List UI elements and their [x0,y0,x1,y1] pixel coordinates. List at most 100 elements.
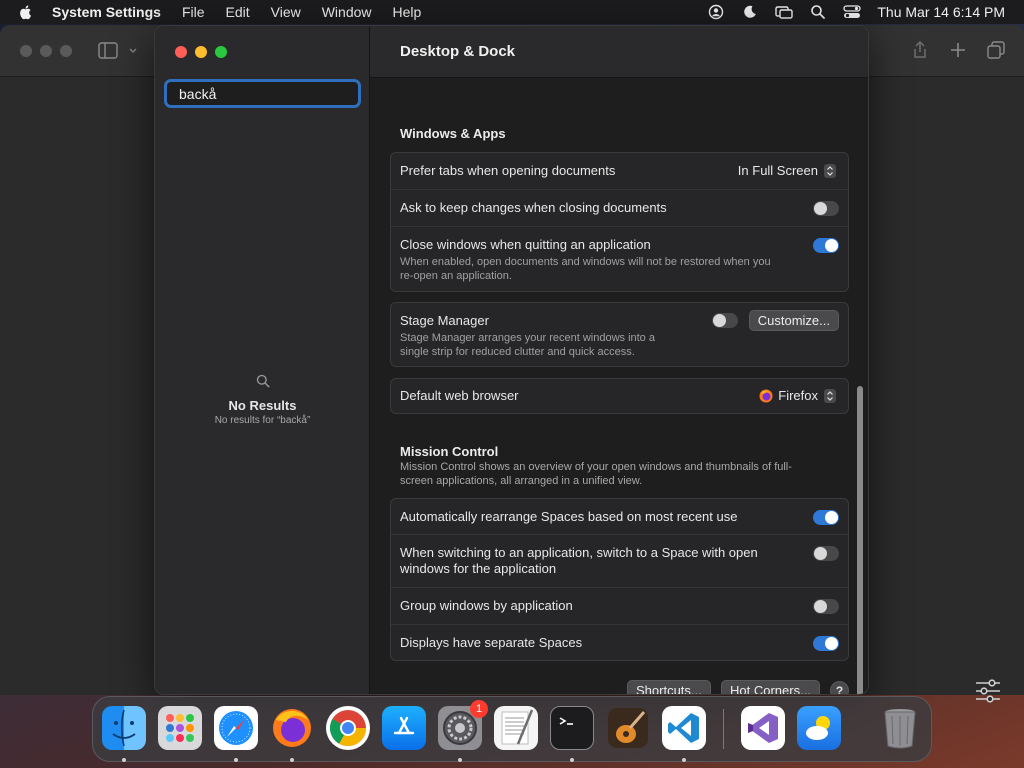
stage-manager-desc-2: single strip for reduced clutter and qui… [400,346,635,358]
safari-running-indicator [234,758,238,762]
dock-app-store[interactable] [382,706,426,750]
trash-icon [884,709,916,749]
search-field[interactable] [164,79,361,108]
dock-separator [723,709,724,749]
user-account-icon[interactable] [707,3,725,21]
row-stage-manager: Stage Manager Stage Manager arranges you… [391,303,848,366]
dock-textedit[interactable] [494,706,538,750]
prefer-tabs-popup[interactable]: In Full Screen [738,163,836,178]
visual-studio-icon [748,713,778,743]
stage-manager-label: Stage Manager [400,313,489,328]
dock-chrome[interactable] [326,706,370,750]
firefox-icon [273,709,311,747]
launchpad-icon [166,714,194,742]
dock-trash[interactable] [878,706,922,750]
page-title: Desktop & Dock [400,43,516,60]
spotlight-search-icon[interactable] [809,3,827,21]
control-center-icon[interactable] [843,3,862,21]
prefer-tabs-value: In Full Screen [737,163,818,178]
close-windows-toggle[interactable] [813,238,839,253]
background-minimize-button[interactable] [40,45,52,57]
weather-icon [806,716,830,740]
default-browser-value: Firefox [778,388,818,403]
auto-rearrange-toggle[interactable] [813,510,839,525]
group-windows-toggle[interactable] [813,599,839,614]
dock-firefox[interactable] [270,706,314,750]
stage-manager-group: Stage Manager Stage Manager arranges you… [390,302,849,367]
mission-control-desc-1: Mission Control shows an overview of you… [400,461,792,473]
hot-corners-button[interactable]: Hot Corners... [721,680,820,694]
menu-view[interactable]: View [271,4,301,20]
section-title-mission-control: Mission Control [400,444,499,459]
vscode-icon [668,713,699,743]
dock-finder[interactable] [102,706,146,750]
settings-sidebar: No Results No results for “backå” [155,26,370,694]
ask-keep-changes-toggle[interactable] [813,201,839,216]
tab-overview-icon[interactable] [986,40,1006,60]
terminal-running-indicator [570,758,574,762]
background-window-controls [20,45,72,57]
prefer-tabs-label: Prefer tabs when opening documents [400,163,616,178]
background-close-button[interactable] [20,45,32,57]
shortcuts-button[interactable]: Shortcuts... [627,680,711,694]
row-prefer-tabs: Prefer tabs when opening documents In Fu… [391,153,848,190]
row-close-windows: Close windows when quitting an applicati… [391,227,848,291]
apple-icon[interactable] [18,4,34,20]
safari-icon [219,711,253,745]
dock-safari[interactable] [214,706,258,750]
minimize-button[interactable] [195,46,207,58]
close-windows-label: Close windows when quitting an applicati… [400,237,651,252]
separate-spaces-toggle[interactable] [813,636,839,651]
dock-weather[interactable] [797,706,841,750]
menu-clock[interactable]: Thu Mar 14 6:14 PM [877,4,1005,20]
close-button[interactable] [175,46,187,58]
share-icon[interactable] [910,40,930,60]
no-results-panel: No Results No results for “backå” [155,374,370,426]
help-button[interactable]: ? [830,681,849,694]
default-browser-popup[interactable]: Firefox [759,388,836,403]
dock-terminal[interactable] [550,706,594,750]
finder-icon [112,709,136,747]
stage-manager-toggle[interactable] [712,313,738,328]
scrollbar-thumb[interactable] [857,386,863,694]
dock-launchpad[interactable] [158,706,202,750]
menu-window[interactable]: Window [322,4,372,20]
vscode-running-indicator [682,758,686,762]
row-switch-space: When switching to an application, switch… [391,535,848,588]
updown-chevron-icon [824,388,836,403]
menu-edit[interactable]: Edit [226,4,250,20]
customize-button[interactable]: Customize... [748,310,839,331]
firefox-icon [759,389,773,402]
new-tab-plus-icon[interactable] [948,40,968,60]
mission-control-desc-2: screen applications, all arranged in a u… [400,475,643,487]
switch-space-toggle[interactable] [813,546,839,561]
menu-app-name[interactable]: System Settings [52,4,161,20]
switch-space-label-2: windows for the application [400,561,557,576]
sidebar-toggle-icon[interactable] [98,42,138,60]
row-group-windows: Group windows by application [391,588,848,625]
focus-moon-icon[interactable] [741,3,759,21]
chrome-icon [329,710,366,747]
no-results-title: No Results [228,398,297,413]
menu-bar: System Settings File Edit View Window He… [0,0,1024,24]
zoom-button[interactable] [215,46,227,58]
close-windows-desc-1: When enabled, open documents and windows… [400,256,771,268]
filter-sliders-icon[interactable] [974,677,1002,705]
notification-badge: 1 [470,700,488,718]
row-separate-spaces: Displays have separate Spaces [391,625,848,660]
screen-mirroring-icon[interactable] [775,3,794,21]
pane-header: Desktop & Dock [370,26,868,78]
dock-visual-studio[interactable] [741,706,785,750]
dock-system-settings[interactable]: 1 [438,700,488,750]
menu-file[interactable]: File [182,4,205,20]
system-settings-window: No Results No results for “backå” Deskto… [154,25,869,695]
background-zoom-button[interactable] [60,45,72,57]
terminal-icon [559,717,573,725]
dock-garageband[interactable] [606,706,650,750]
finder-running-indicator [122,758,126,762]
search-input[interactable] [179,85,360,102]
dock-vscode[interactable] [662,706,706,750]
menu-help[interactable]: Help [393,4,422,20]
pane-scrollbar[interactable] [855,108,865,694]
separate-spaces-label: Displays have separate Spaces [400,635,583,650]
